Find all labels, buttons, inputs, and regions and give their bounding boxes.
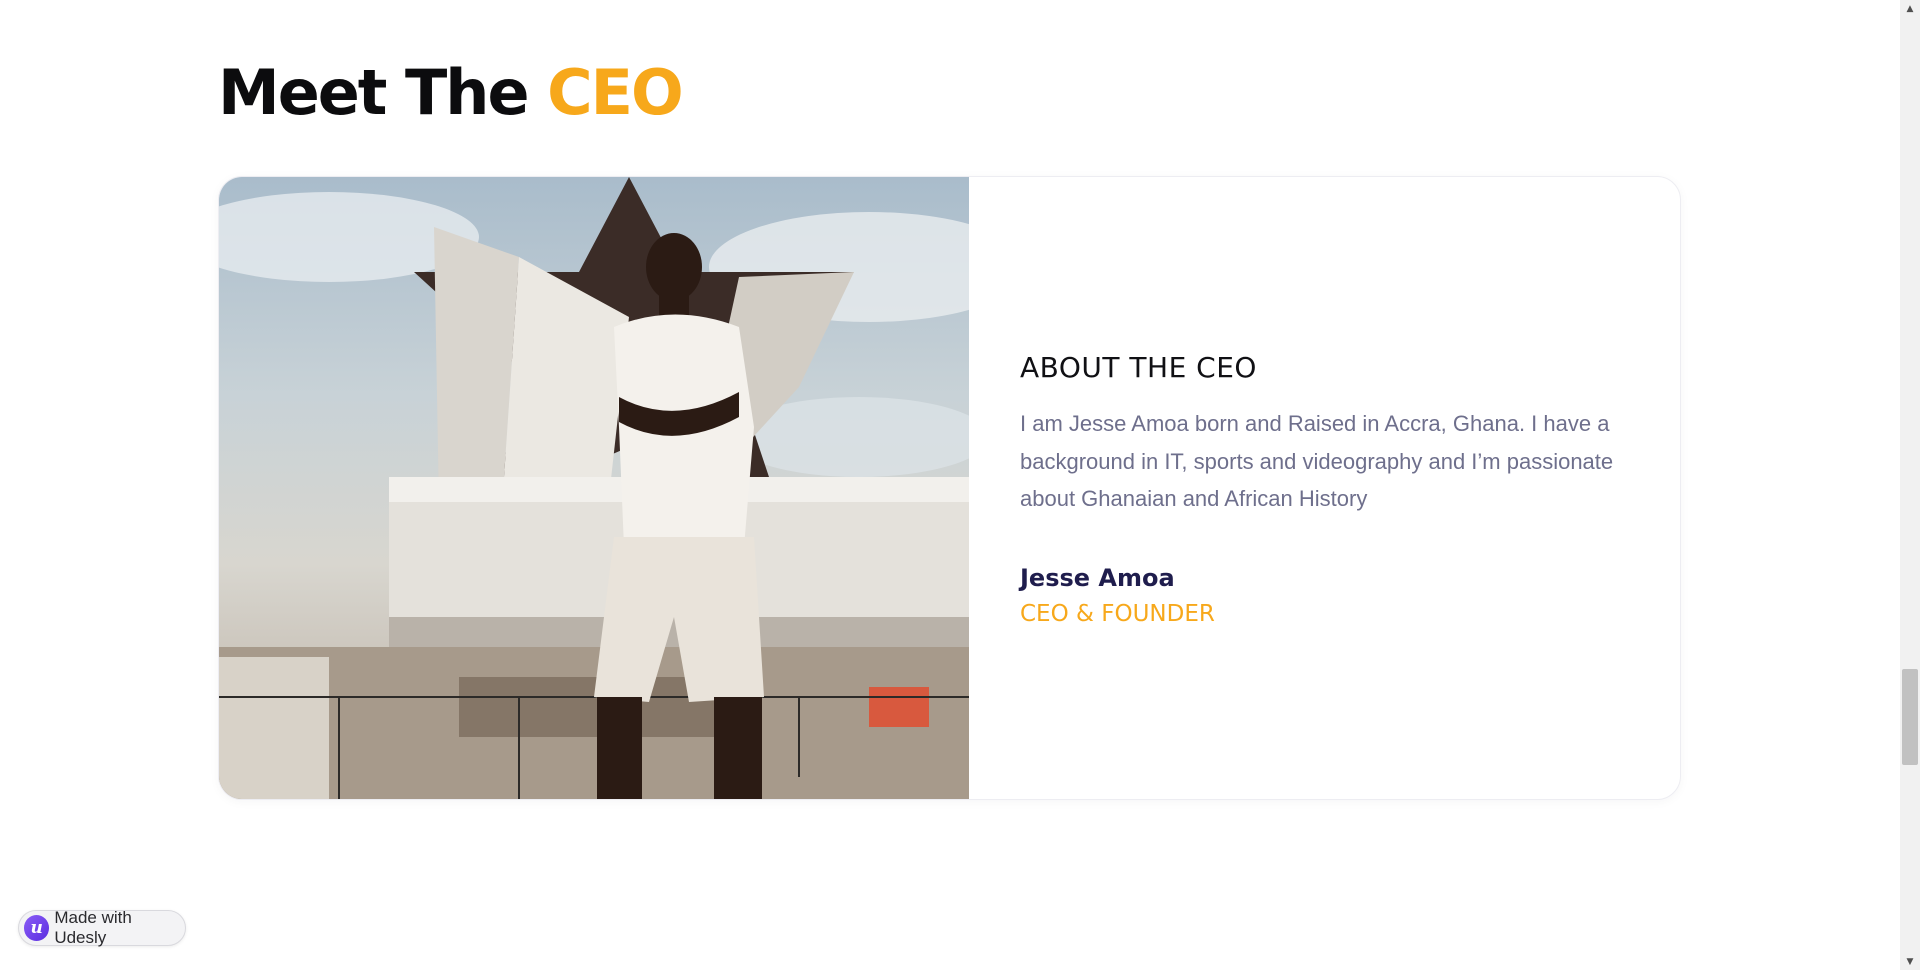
page: Meet The CEO ABOUT THE CEO I am Jesse Am… <box>0 0 1900 970</box>
ceo-name: Jesse Amoa <box>1020 563 1175 592</box>
scroll-down-arrow-icon[interactable]: ▼ <box>1900 953 1920 970</box>
page-title-accent: CEO <box>547 56 684 129</box>
about-title: ABOUT THE CEO <box>1020 351 1257 384</box>
scrollbar-thumb[interactable] <box>1902 669 1918 765</box>
scroll-up-arrow-icon[interactable]: ▲ <box>1900 0 1920 17</box>
page-title: Meet The CEO <box>218 55 684 131</box>
udesly-logo-icon: u <box>24 915 50 941</box>
about-section: ABOUT THE CEO I am Jesse Amoa born and R… <box>1020 349 1650 632</box>
made-with-udesly-badge[interactable]: u Made with Udesly <box>18 908 186 947</box>
ceo-photo <box>219 177 969 799</box>
ceo-role: CEO & FOUNDER <box>1020 600 1215 627</box>
vertical-scrollbar[interactable]: ▲ ▼ <box>1900 0 1920 970</box>
ceo-card: ABOUT THE CEO I am Jesse Amoa born and R… <box>218 176 1681 800</box>
about-text: I am Jesse Amoa born and Raised in Accra… <box>1020 411 1614 511</box>
page-title-prefix: Meet The <box>218 56 529 129</box>
ceo-photo-illustration <box>219 177 969 799</box>
badge-label: Made with Udesly <box>54 908 132 947</box>
